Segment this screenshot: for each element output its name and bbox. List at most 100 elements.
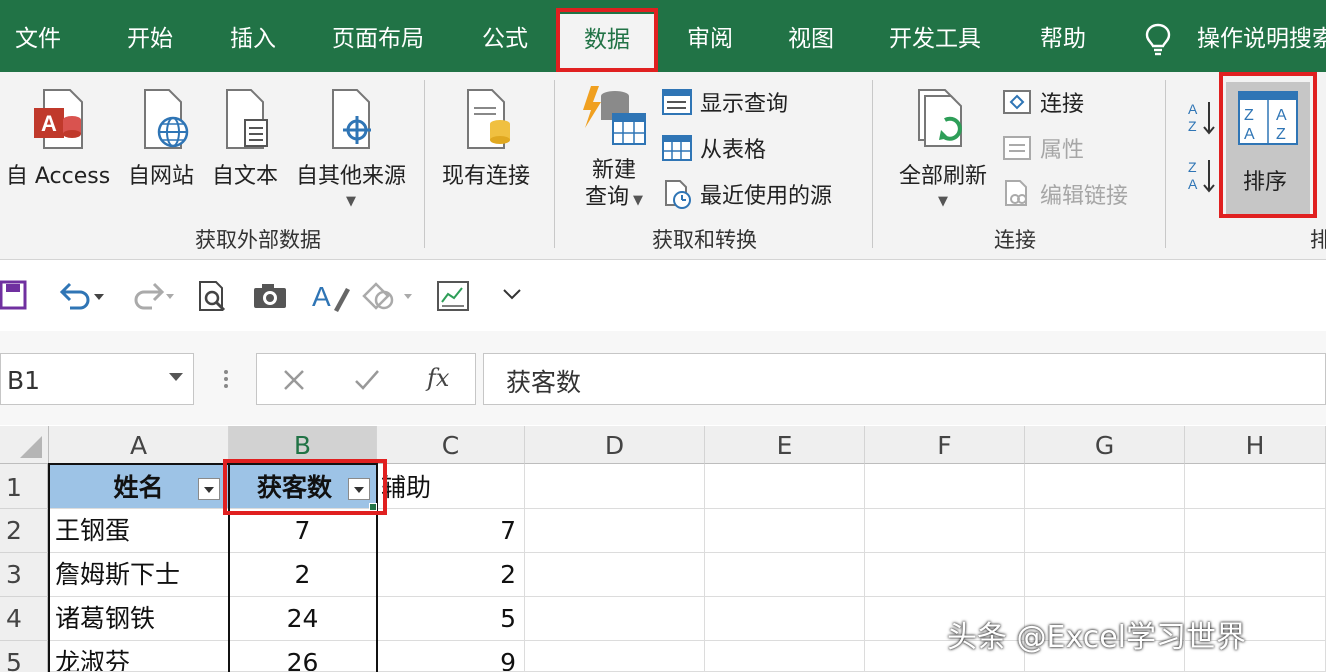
column-header-f[interactable]: F xyxy=(865,426,1025,464)
enter-check-icon[interactable] xyxy=(353,367,381,393)
svg-text:A: A xyxy=(1276,107,1287,124)
cell-a2[interactable]: 王钢蛋 xyxy=(49,509,229,553)
grid-cell[interactable] xyxy=(1185,509,1326,553)
column-header-g[interactable]: G xyxy=(1025,426,1185,464)
sort-descending-icon[interactable]: Z A xyxy=(1188,158,1218,194)
row-header-3[interactable]: 3 xyxy=(0,553,48,597)
from-access-button[interactable]: A 自 Access xyxy=(3,86,113,190)
shapes-icon[interactable] xyxy=(360,280,418,314)
fill-handle[interactable] xyxy=(369,503,377,511)
insert-function-button[interactable]: fx xyxy=(427,364,449,392)
cell-a5[interactable]: 龙淑芬 xyxy=(49,641,229,672)
column-header-h[interactable]: H xyxy=(1185,426,1326,464)
chart-icon[interactable] xyxy=(436,280,470,312)
grid-cell[interactable] xyxy=(1185,464,1326,509)
recent-sources-icon xyxy=(665,180,691,209)
cell-a1-text: 姓名 xyxy=(113,473,164,502)
grid-cell[interactable] xyxy=(705,509,865,553)
grid-cell[interactable] xyxy=(1025,553,1185,597)
sort-button[interactable]: Z A A Z 排序 xyxy=(1226,82,1310,214)
tab-formulas[interactable]: 公式 xyxy=(482,0,528,72)
row-header-4[interactable]: 4 xyxy=(0,597,48,641)
existing-connections-button[interactable]: 现有连接 xyxy=(436,86,536,190)
edit-links-button[interactable]: 编辑链接 xyxy=(1002,178,1128,210)
tab-data[interactable]: 数据 xyxy=(558,14,656,72)
tab-review[interactable]: 审阅 xyxy=(687,0,733,72)
column-header-b[interactable]: B xyxy=(229,426,377,464)
filter-dropdown-b[interactable] xyxy=(348,478,370,500)
sort-ascending-icon[interactable]: A Z xyxy=(1188,100,1218,136)
cell-b4[interactable]: 24 xyxy=(229,597,377,641)
column-header-c[interactable]: C xyxy=(377,426,525,464)
from-text-button[interactable]: 自文本 xyxy=(207,86,283,190)
filter-dropdown-a[interactable] xyxy=(198,478,220,500)
svg-text:Z: Z xyxy=(1188,159,1197,175)
camera-icon[interactable] xyxy=(252,280,288,312)
customize-toolbar-chevron-icon[interactable] xyxy=(500,286,524,302)
tell-me-search[interactable]: 操作说明搜索 xyxy=(1197,0,1326,72)
properties-button[interactable]: 属性 xyxy=(1002,132,1084,164)
cell-b5[interactable]: 26 xyxy=(229,641,377,672)
column-header-d[interactable]: D xyxy=(525,426,705,464)
grid-cell[interactable] xyxy=(865,464,1025,509)
grid-cell[interactable] xyxy=(1185,553,1326,597)
tab-view[interactable]: 视图 xyxy=(788,0,834,72)
tab-help[interactable]: 帮助 xyxy=(1040,0,1086,72)
formula-input[interactable]: 获客数 xyxy=(483,353,1326,405)
grid-cell[interactable] xyxy=(525,509,705,553)
chevron-down-icon: ▼ xyxy=(633,193,643,208)
cell-b2[interactable]: 7 xyxy=(229,509,377,553)
show-queries-button[interactable]: 显示查询 xyxy=(662,86,788,118)
grid-cell[interactable] xyxy=(705,464,865,509)
row-header-1[interactable]: 1 xyxy=(0,464,48,509)
new-query-button[interactable]: 新建 查询 ▼ xyxy=(574,84,654,215)
cell-c2[interactable]: 7 xyxy=(377,509,525,553)
chevron-down-icon[interactable] xyxy=(169,373,183,381)
grid-cell[interactable] xyxy=(525,464,705,509)
tab-insert[interactable]: 插入 xyxy=(230,0,276,72)
save-icon[interactable] xyxy=(0,280,28,312)
redo-icon[interactable] xyxy=(126,280,176,310)
tab-home[interactable]: 开始 xyxy=(127,0,173,72)
grid-cell[interactable] xyxy=(705,641,865,672)
cancel-icon[interactable] xyxy=(281,367,307,393)
refresh-all-button[interactable]: 全部刷新 ▼ xyxy=(888,86,998,209)
grid-cell[interactable] xyxy=(705,597,865,641)
row-header-2[interactable]: 2 xyxy=(0,509,48,553)
row-header-5[interactable]: 5 xyxy=(0,641,48,672)
cell-c1[interactable]: 辅助 xyxy=(377,464,525,509)
grid-cell[interactable] xyxy=(525,553,705,597)
cell-c3[interactable]: 2 xyxy=(377,553,525,597)
recent-sources-button[interactable]: 最近使用的源 xyxy=(662,178,832,210)
grid-cell[interactable] xyxy=(865,553,1025,597)
name-box[interactable]: B1 xyxy=(0,353,194,405)
select-all-corner[interactable] xyxy=(0,426,49,464)
connections-icon xyxy=(1003,90,1031,114)
cell-a3[interactable]: 詹姆斯下士 xyxy=(49,553,229,597)
tab-developer[interactable]: 开发工具 xyxy=(889,0,981,72)
from-table-button[interactable]: 从表格 xyxy=(662,132,766,164)
properties-label: 属性 xyxy=(1040,138,1085,163)
tab-file[interactable]: 文件 xyxy=(15,0,61,72)
grid-cell[interactable] xyxy=(1025,509,1185,553)
cell-c5[interactable]: 9 xyxy=(377,641,525,672)
cell-c4[interactable]: 5 xyxy=(377,597,525,641)
from-other-sources-button[interactable]: 自其他来源 ▼ xyxy=(291,86,411,209)
format-painter-icon[interactable]: A xyxy=(312,280,352,316)
grid-cell[interactable] xyxy=(865,509,1025,553)
undo-icon[interactable] xyxy=(56,280,106,310)
grid-cell[interactable] xyxy=(705,553,865,597)
from-web-button[interactable]: 自网站 xyxy=(123,86,199,190)
table-icon xyxy=(662,135,692,161)
drag-handle-icon[interactable] xyxy=(220,366,232,392)
connections-button[interactable]: 连接 xyxy=(1002,86,1084,118)
cell-a4[interactable]: 诸葛钢铁 xyxy=(49,597,229,641)
tab-page-layout[interactable]: 页面布局 xyxy=(332,0,424,72)
column-header-a[interactable]: A xyxy=(49,426,229,464)
print-preview-icon[interactable] xyxy=(196,280,230,314)
grid-cell[interactable] xyxy=(525,641,705,672)
column-header-e[interactable]: E xyxy=(705,426,865,464)
grid-cell[interactable] xyxy=(1025,464,1185,509)
grid-cell[interactable] xyxy=(525,597,705,641)
cell-b3[interactable]: 2 xyxy=(229,553,377,597)
